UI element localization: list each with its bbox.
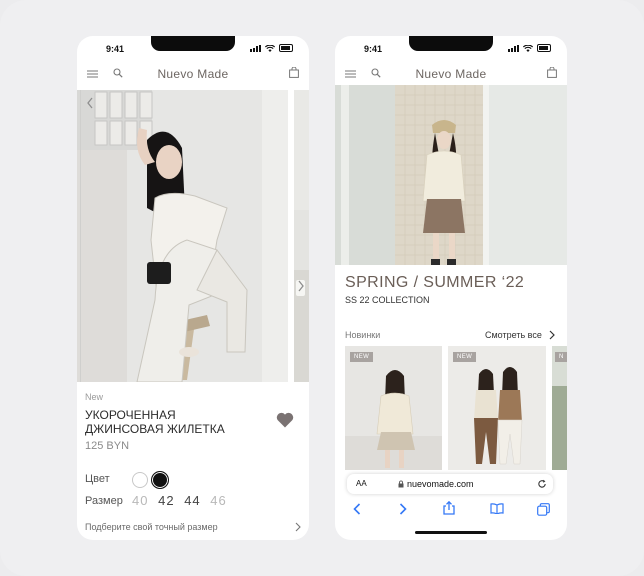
status-bar: 9:41 xyxy=(335,36,567,56)
top-nav: Nuevo Made xyxy=(335,62,567,86)
url-text[interactable]: nuevomade.com xyxy=(407,479,474,489)
status-time: 9:41 xyxy=(364,44,383,54)
home-indicator xyxy=(415,531,487,534)
section-label: Новинки xyxy=(345,330,381,340)
browser-toolbar xyxy=(335,500,567,522)
collection-page-phone: 9:41 Nuevo Made SPRING / SUMMER ‘22 SS 2… xyxy=(335,36,567,540)
new-badge: N xyxy=(555,352,567,362)
size-option[interactable]: 40 xyxy=(132,493,148,508)
size-label: Размер xyxy=(85,495,123,507)
size-option[interactable]: 44 xyxy=(184,493,200,508)
bag-icon[interactable] xyxy=(547,67,557,78)
color-label: Цвет xyxy=(85,473,110,485)
reload-icon[interactable] xyxy=(537,479,547,489)
chevron-left-icon[interactable] xyxy=(86,97,94,109)
product-page-phone: 9:41 Nuevo Made New УКОРОЧЕННАЯ ДЖИНСОВА… xyxy=(77,36,309,540)
collection-subtitle: SS 22 COLLECTION xyxy=(345,295,430,305)
product-thumbnail[interactable]: NEW xyxy=(448,346,546,470)
wifi-icon xyxy=(523,44,533,52)
brand-logo[interactable]: Nuevo Made xyxy=(335,67,567,81)
wifi-icon xyxy=(265,44,275,52)
size-options: 40 42 44 46 xyxy=(132,493,232,508)
product-photo[interactable] xyxy=(77,90,288,382)
collection-hero-photo[interactable] xyxy=(335,85,567,265)
signal-icon xyxy=(508,44,519,52)
bag-icon[interactable] xyxy=(289,67,299,78)
status-icons xyxy=(250,44,293,52)
new-tag: New xyxy=(85,392,104,402)
showcase-card: 9:41 Nuevo Made New УКОРОЧЕННАЯ ДЖИНСОВА… xyxy=(0,0,644,576)
product-name: УКОРОЧЕННАЯ ДЖИНСОВАЯ ЖИЛЕТКА xyxy=(85,408,225,436)
status-bar: 9:41 xyxy=(77,36,309,56)
chevron-right-icon[interactable] xyxy=(297,280,305,292)
tabs-icon[interactable] xyxy=(537,503,550,516)
size-guide-link[interactable]: Подберите свой точный размер xyxy=(85,522,218,532)
back-icon[interactable] xyxy=(353,503,361,515)
browser-address-bar[interactable]: AA nuevomade.com xyxy=(347,474,553,494)
status-time: 9:41 xyxy=(106,44,125,54)
battery-icon xyxy=(279,44,293,52)
product-thumbnail[interactable]: NEW xyxy=(345,346,442,470)
color-swatch-black[interactable] xyxy=(151,471,169,489)
size-option[interactable]: 46 xyxy=(210,493,226,508)
notch xyxy=(409,36,493,51)
collection-title: SPRING / SUMMER ‘22 xyxy=(345,274,525,291)
size-option[interactable]: 42 xyxy=(158,493,174,508)
status-icons xyxy=(508,44,551,52)
notch xyxy=(151,36,235,51)
product-thumbnail[interactable]: N xyxy=(552,346,567,470)
battery-icon xyxy=(537,44,551,52)
share-icon[interactable] xyxy=(443,501,455,515)
bookmarks-icon[interactable] xyxy=(490,503,504,514)
chevron-right-icon[interactable] xyxy=(295,522,301,532)
see-all-link[interactable]: Смотреть все xyxy=(485,330,542,340)
signal-icon xyxy=(250,44,261,52)
new-badge: NEW xyxy=(350,352,374,362)
reader-aa-button[interactable]: AA xyxy=(356,479,367,488)
forward-icon[interactable] xyxy=(399,503,407,515)
lock-icon xyxy=(398,480,404,488)
product-price: 125 BYN xyxy=(85,440,130,452)
brand-logo[interactable]: Nuevo Made xyxy=(77,67,309,81)
new-badge: NEW xyxy=(453,352,477,362)
chevron-right-icon[interactable] xyxy=(549,330,555,340)
top-nav: Nuevo Made xyxy=(77,62,309,86)
next-product-photo-peek[interactable] xyxy=(294,90,309,382)
heart-icon[interactable] xyxy=(276,412,294,428)
color-swatch-white[interactable] xyxy=(132,472,148,488)
